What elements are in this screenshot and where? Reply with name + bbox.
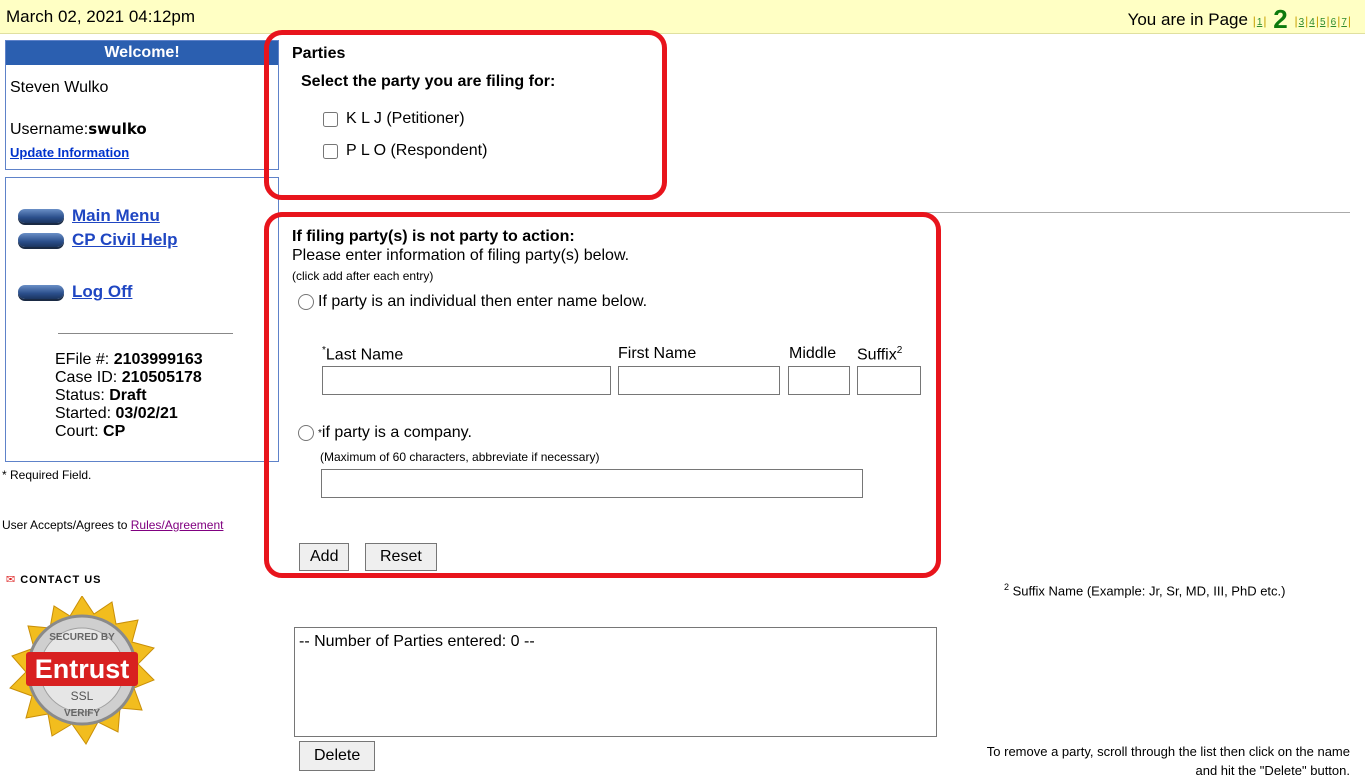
- button-pill-icon: [18, 233, 64, 247]
- username-value: swulko: [88, 120, 147, 138]
- petitioner-checkbox[interactable]: [323, 111, 338, 127]
- page-link-4[interactable]: 4: [1309, 17, 1315, 28]
- required-field-note: * Required Field.: [2, 468, 92, 482]
- welcome-panel: Welcome! Steven Wulko Username:swulko Up…: [5, 40, 279, 170]
- company-radio[interactable]: [298, 425, 314, 441]
- filing-instruction: Please enter information of filing party…: [292, 247, 630, 264]
- middle-input[interactable]: [788, 366, 850, 395]
- log-off-link[interactable]: Log Off: [72, 282, 132, 302]
- username-line: Username:swulko: [10, 120, 147, 138]
- parties-subtitle: Select the party you are filing for:: [301, 73, 556, 90]
- contact-us-link[interactable]: ✉ CONTACT US: [6, 573, 102, 586]
- company-option[interactable]: * if party is a company.: [298, 424, 472, 442]
- parties-listbox[interactable]: -- Number of Parties entered: 0 --: [294, 627, 937, 737]
- remove-instructions: To remove a party, scroll through the li…: [986, 744, 1350, 778]
- filing-party-highlight: [264, 212, 941, 578]
- first-name-input[interactable]: [618, 366, 780, 395]
- page-navigator: You are in Page |1| 2 |3|4|5|6|7|: [1127, 4, 1351, 34]
- company-name-input[interactable]: [321, 469, 863, 498]
- page-link-3[interactable]: 3: [1299, 17, 1305, 28]
- parties-title: Parties: [292, 45, 346, 62]
- button-pill-icon: [18, 209, 64, 223]
- filing-hint: (click add after each entry): [292, 269, 434, 283]
- efile-number: EFile #: 2103999163: [55, 351, 203, 368]
- party-option-respondent[interactable]: P L O (Respondent): [323, 142, 487, 160]
- main-menu-link[interactable]: Main Menu: [72, 206, 160, 226]
- respondent-checkbox[interactable]: [323, 143, 338, 159]
- add-button[interactable]: Add: [299, 543, 350, 571]
- svg-text:VERIFY: VERIFY: [64, 708, 100, 719]
- page-link-5[interactable]: 5: [1320, 17, 1326, 28]
- current-page: 2: [1273, 4, 1288, 34]
- party-option-petitioner[interactable]: K L J (Petitioner): [323, 110, 465, 128]
- parties-count-text: -- Number of Parties entered: 0 --: [299, 633, 535, 650]
- cp-civil-help-link[interactable]: CP Civil Help: [72, 230, 178, 250]
- page-label: You are in Page: [1127, 10, 1248, 29]
- reset-button[interactable]: Reset: [365, 543, 437, 571]
- last-name-label: *Last Name: [322, 345, 404, 364]
- page-link-7[interactable]: 7: [1341, 17, 1347, 28]
- middle-label: Middle: [789, 345, 837, 362]
- nav-cp-civil-help[interactable]: CP Civil Help: [18, 229, 178, 251]
- suffix-footnote: 2 Suffix Name (Example: Jr, Sr, MD, III,…: [1004, 582, 1286, 599]
- page-link-6[interactable]: 6: [1331, 17, 1337, 28]
- individual-radio[interactable]: [298, 294, 314, 310]
- button-pill-icon: [18, 285, 64, 299]
- welcome-header: Welcome!: [6, 41, 278, 65]
- first-name-label: First Name: [618, 345, 697, 362]
- case-id: Case ID: 210505178: [55, 369, 202, 386]
- entrust-seal-icon: Entrust SSL SECURED BY VERIFY: [9, 595, 155, 745]
- filing-title: If filing party(s) is not party to actio…: [292, 228, 575, 245]
- suffix-input[interactable]: [857, 366, 921, 395]
- rules-agreement-link[interactable]: Rules/Agreement: [131, 518, 224, 532]
- page-link-1[interactable]: 1: [1257, 17, 1263, 28]
- entrust-ssl-seal[interactable]: Entrust SSL SECURED BY VERIFY: [8, 595, 156, 777]
- user-full-name: Steven Wulko: [10, 79, 109, 96]
- case-status: Status: Draft: [55, 387, 147, 404]
- nav-log-off[interactable]: Log Off: [18, 281, 132, 303]
- top-bar: March 02, 2021 04:12pm You are in Page |…: [0, 0, 1365, 34]
- last-name-input[interactable]: [322, 366, 611, 395]
- case-court: Court: CP: [55, 423, 126, 440]
- case-started: Started: 03/02/21: [55, 405, 178, 422]
- individual-option[interactable]: If party is an individual then enter nam…: [298, 293, 647, 311]
- current-datetime: March 02, 2021 04:12pm: [6, 7, 196, 26]
- suffix-label: Suffix2: [857, 345, 903, 364]
- company-hint: (Maximum of 60 characters, abbreviate if…: [320, 450, 600, 464]
- envelope-icon: ✉: [6, 574, 17, 586]
- delete-button[interactable]: Delete: [299, 741, 376, 771]
- svg-text:SSL: SSL: [71, 689, 94, 703]
- nav-main-menu[interactable]: Main Menu: [18, 205, 160, 227]
- update-information-link[interactable]: Update Information: [10, 145, 129, 160]
- navigation-panel: Main Menu CP Civil Help Log Off EFile #:…: [5, 177, 279, 462]
- svg-text:Entrust: Entrust: [35, 654, 130, 684]
- user-accepts-note: User Accepts/Agrees to Rules/Agreement: [2, 518, 224, 532]
- svg-text:SECURED BY: SECURED BY: [49, 632, 115, 643]
- divider: [58, 333, 233, 334]
